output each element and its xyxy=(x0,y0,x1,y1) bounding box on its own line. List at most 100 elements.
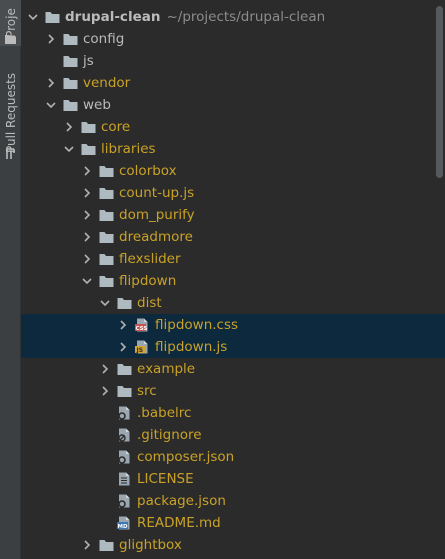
tree-folder-row[interactable]: web xyxy=(21,94,445,116)
folder-icon xyxy=(99,210,114,221)
json-file-icon xyxy=(118,494,130,508)
folder-icon xyxy=(117,298,132,309)
tree-folder-row[interactable]: dom_purify xyxy=(21,204,445,226)
tree-item-name: example xyxy=(137,361,196,377)
tree-file-row[interactable]: composer.json xyxy=(21,446,445,468)
tool-window-strip: Proje Pull Requests xyxy=(0,0,21,559)
tree-item-label: src xyxy=(137,383,157,399)
vertical-scrollbar[interactable] xyxy=(436,6,443,178)
chevron-right-icon[interactable] xyxy=(81,231,93,243)
tree-item-label: count-up.js xyxy=(119,185,194,201)
tree-item-label: flipdown xyxy=(119,273,176,289)
chevron-down-icon[interactable] xyxy=(81,275,93,287)
tree-item-label: LICENSE xyxy=(137,471,194,487)
css-file-icon: CSS xyxy=(135,318,148,332)
chevron-right-icon[interactable] xyxy=(81,253,93,265)
tree-item-label: core xyxy=(101,119,130,135)
tree-item-name: dist xyxy=(137,295,162,311)
tree-file-row[interactable]: CSS flipdown.css xyxy=(21,314,445,336)
tree-folder-row[interactable]: dreadmore xyxy=(21,226,445,248)
folder-icon xyxy=(81,122,96,133)
tree-item-name: config xyxy=(83,31,125,47)
tree-folder-row[interactable]: flipdown xyxy=(21,270,445,292)
tree-item-name: .babelrc xyxy=(137,405,192,421)
js-file-icon: JS xyxy=(135,340,148,354)
tree-file-row[interactable]: LICENSE xyxy=(21,468,445,490)
pull-requests-label: Pull Requests xyxy=(3,72,18,154)
tree-item-label: dist xyxy=(137,295,162,311)
tree-item-label: .gitignore xyxy=(137,427,202,443)
chevron-down-icon[interactable] xyxy=(45,99,57,111)
tree-item-name: flipdown.css xyxy=(155,317,239,333)
tree-file-row[interactable]: JS flipdown.js xyxy=(21,336,445,358)
tree-folder-row[interactable]: src xyxy=(21,380,445,402)
tree-item-name: dreadmore xyxy=(119,229,193,245)
tree-folder-row[interactable]: count-up.js xyxy=(21,182,445,204)
project-tree[interactable]: drupal-clean ~/projects/drupal-clean confi… xyxy=(21,0,445,559)
tree-item-label: vendor xyxy=(83,75,130,91)
tree-folder-row[interactable]: vendor xyxy=(21,72,445,94)
tree-item-name: count-up.js xyxy=(119,185,195,201)
folder-icon xyxy=(63,56,78,67)
chevron-right-icon[interactable] xyxy=(63,121,75,133)
tree-folder-row[interactable]: flexslider xyxy=(21,248,445,270)
tree-item-label: package.json xyxy=(137,493,226,509)
svg-text:JS: JS xyxy=(136,347,144,354)
folder-icon xyxy=(117,364,132,375)
tree-item-name: src xyxy=(137,383,157,399)
tree-item-label: dreadmore xyxy=(119,229,193,245)
tree-item-label: web xyxy=(83,97,111,113)
tree-item-name: flipdown xyxy=(119,273,177,289)
tree-item-name: .gitignore xyxy=(137,427,202,443)
tree-folder-row[interactable]: libraries xyxy=(21,138,445,160)
tree-item-name: vendor xyxy=(83,75,131,91)
chevron-right-icon[interactable] xyxy=(99,385,111,397)
tree-folder-row[interactable]: core xyxy=(21,116,445,138)
tree-folder-row[interactable]: glightbox xyxy=(21,534,445,556)
chevron-right-icon[interactable] xyxy=(117,319,129,331)
folder-icon xyxy=(63,100,78,111)
tree-file-row[interactable]: MD README.md xyxy=(21,512,445,534)
tree-folder-row[interactable]: config xyxy=(21,28,445,50)
tree-item-label: config xyxy=(83,31,124,47)
tree-item-label: README.md xyxy=(137,515,221,531)
chevron-right-icon[interactable] xyxy=(81,209,93,221)
chevron-down-icon[interactable] xyxy=(27,11,39,23)
chevron-down-icon[interactable] xyxy=(99,297,111,309)
tree-item-label: libraries xyxy=(101,141,156,157)
chevron-right-icon[interactable] xyxy=(99,363,111,375)
folder-icon xyxy=(99,188,114,199)
folder-icon xyxy=(99,254,114,265)
folder-icon xyxy=(63,34,78,45)
tree-item-name: libraries xyxy=(101,141,156,157)
tree-folder-row[interactable]: drupal-clean ~/projects/drupal-clean xyxy=(21,6,445,28)
tree-file-row[interactable]: .babelrc xyxy=(21,402,445,424)
tree-item-name: dom_purify xyxy=(119,207,195,223)
folder-icon xyxy=(5,35,16,44)
tree-item-name: flipdown.js xyxy=(155,339,228,355)
chevron-right-icon[interactable] xyxy=(81,165,93,177)
tree-file-row[interactable]: .gitignore xyxy=(21,424,445,446)
tree-folder-row[interactable]: example xyxy=(21,358,445,380)
svg-text:CSS: CSS xyxy=(136,326,148,332)
pull-request-icon xyxy=(6,148,15,159)
chevron-right-icon[interactable] xyxy=(81,539,93,551)
chevron-right-icon[interactable] xyxy=(45,77,57,89)
tree-item-name: flexslider xyxy=(119,251,181,267)
project-path: ~/projects/drupal-clean xyxy=(166,9,326,25)
chevron-right-icon[interactable] xyxy=(81,187,93,199)
tree-item-label: flipdown.css xyxy=(155,317,238,333)
chevron-right-icon[interactable] xyxy=(117,341,129,353)
chevron-right-icon[interactable] xyxy=(45,33,57,45)
folder-icon xyxy=(99,166,114,177)
tree-folder-row[interactable]: colorbox xyxy=(21,160,445,182)
folder-icon xyxy=(99,540,114,551)
tree-item-name: glightbox xyxy=(119,537,182,553)
tree-folder-row[interactable]: js xyxy=(21,50,445,72)
tree-file-row[interactable]: package.json xyxy=(21,490,445,512)
chevron-down-icon[interactable] xyxy=(63,143,75,155)
tree-item-name: web xyxy=(83,97,111,113)
folder-icon xyxy=(99,232,114,243)
markdown-file-icon: MD xyxy=(117,516,130,530)
tree-folder-row[interactable]: dist xyxy=(21,292,445,314)
